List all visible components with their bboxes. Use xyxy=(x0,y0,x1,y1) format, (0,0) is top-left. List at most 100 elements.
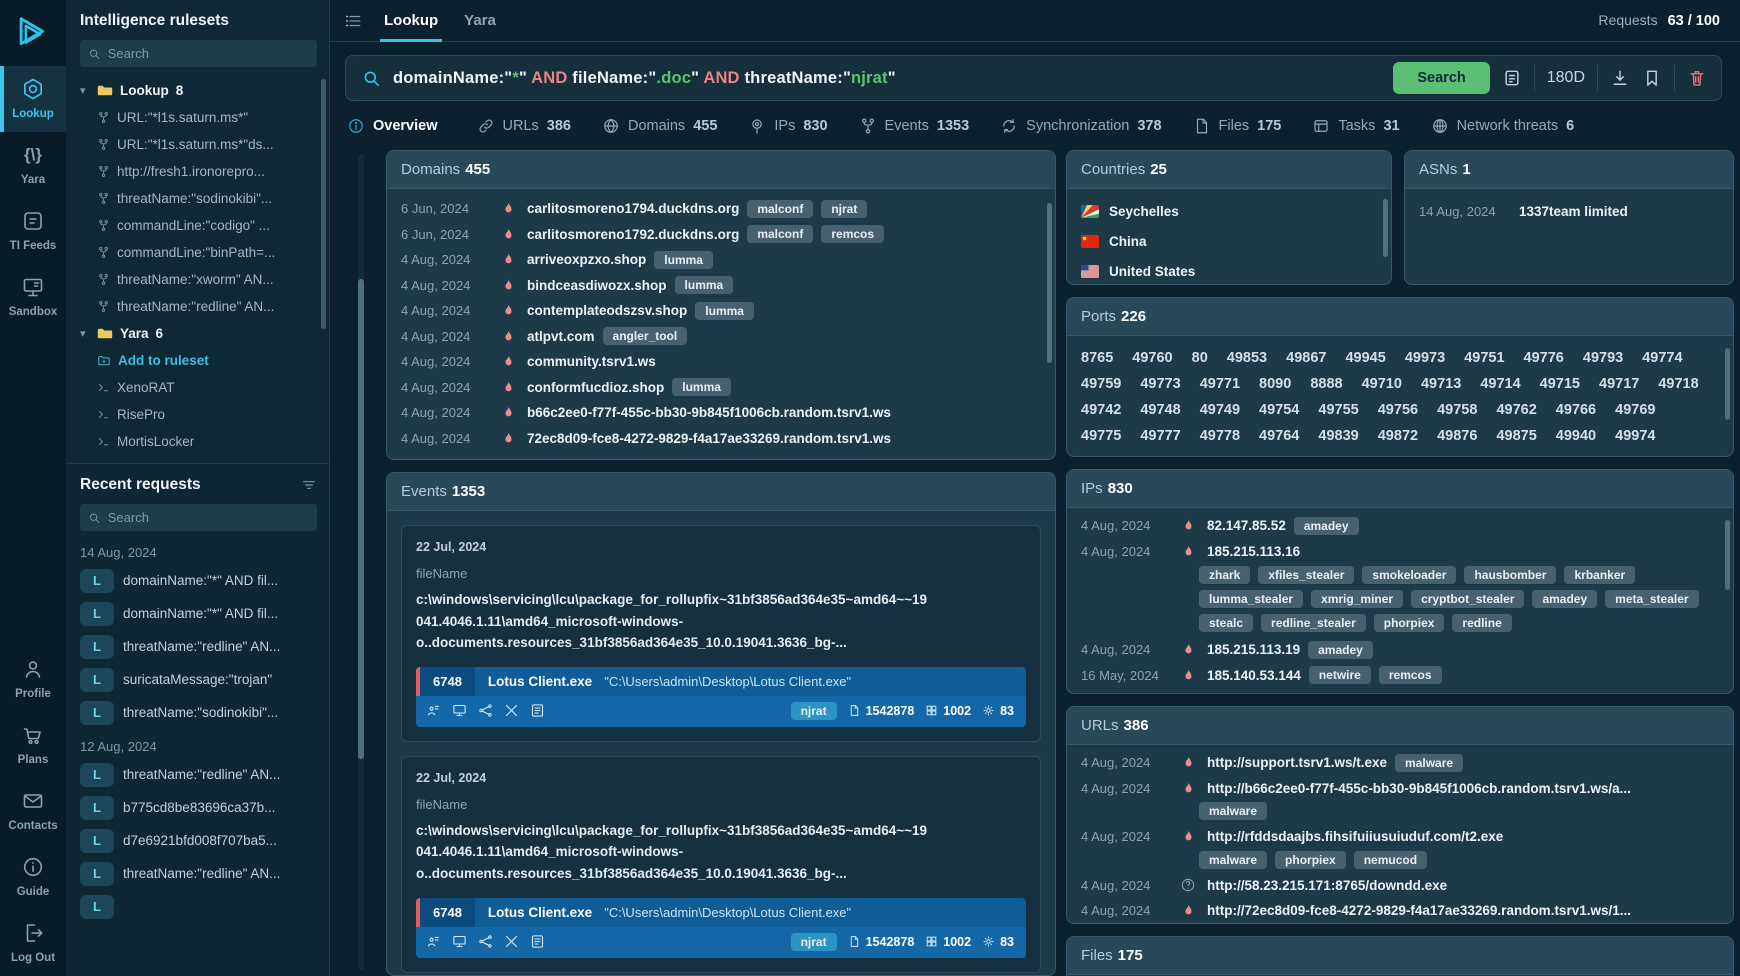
tab-urls[interactable]: URLs386 xyxy=(477,117,571,135)
sidebar-item-profile[interactable]: Profile xyxy=(0,646,66,712)
tab-yara[interactable]: Yara xyxy=(460,0,500,42)
tab-files[interactable]: Files175 xyxy=(1193,117,1282,135)
tag[interactable]: redline_stealer xyxy=(1261,614,1366,632)
sidebar-item-ti-feeds[interactable]: TI Feeds xyxy=(0,198,66,264)
add-to-ruleset-button[interactable]: Add to ruleset xyxy=(80,347,329,374)
tag[interactable]: malconf xyxy=(747,200,813,218)
ip-row[interactable]: 16 May, 2024 185.140.53.144 netwire remc… xyxy=(1081,663,1719,689)
tag[interactable]: lumma xyxy=(695,302,754,320)
search-button[interactable]: Search xyxy=(1393,62,1489,94)
yara-rule-item[interactable]: RisePro xyxy=(80,401,329,428)
sidebar-item-lookup[interactable]: Lookup xyxy=(0,66,66,132)
ruleset-item[interactable]: threatName:"redline" AN... xyxy=(80,293,329,320)
domain-row[interactable]: 4 Aug, 2024 community.tsrv1.ws xyxy=(401,349,1041,375)
ruleset-item[interactable]: URL:"*l1s.saturn.ms*"ds... xyxy=(80,131,329,158)
main-scrollbar[interactable] xyxy=(358,154,364,970)
folder-yara[interactable]: ▾ Yara 6 xyxy=(80,320,329,347)
event-item[interactable]: 22 Jul, 2024 fileName c:\windows\servici… xyxy=(401,756,1041,973)
url-row[interactable]: 4 Aug, 2024 http://support.tsrv1.ws/t.ex… xyxy=(1081,750,1719,776)
tag[interactable]: angler_tool xyxy=(603,327,688,345)
country-row[interactable]: China xyxy=(1081,226,1377,256)
tag[interactable]: zhark xyxy=(1199,566,1250,584)
query-bar[interactable]: domainName:"*" AND fileName:".doc" AND t… xyxy=(345,55,1722,101)
domain-row[interactable]: 4 Aug, 2024 atlpvt.com angler_tool xyxy=(401,324,1041,350)
ip-row[interactable]: 4 Aug, 2024 185.215.113.19 amadey xyxy=(1081,637,1719,663)
tag[interactable]: malware xyxy=(1395,754,1463,772)
sidebar-item-contacts[interactable]: Contacts xyxy=(0,778,66,844)
country-row[interactable]: Seychelles xyxy=(1081,196,1377,226)
url-row[interactable]: 4 Aug, 2024 http://rfddsdaajbs.fihsifuii… xyxy=(1081,824,1719,850)
countries-scrollbar[interactable] xyxy=(1383,199,1388,257)
tab-overview[interactable]: Overview xyxy=(347,117,446,135)
tag[interactable]: amadey xyxy=(1532,590,1597,608)
yara-rule-item[interactable]: MortisLocker xyxy=(80,428,329,455)
trash-icon[interactable] xyxy=(1687,68,1707,88)
threat-tag[interactable]: njrat xyxy=(791,933,837,951)
recent-request-item[interactable]: L threatName:"redline" AN... xyxy=(80,630,319,663)
ruleset-item[interactable]: http://fresh1.ironorepro... xyxy=(80,158,329,185)
download-icon[interactable] xyxy=(1610,68,1630,88)
process-row[interactable]: 6748 Lotus Client.exe "C:\Users\admin\De… xyxy=(416,667,1026,727)
rulesets-search[interactable] xyxy=(80,40,317,67)
recent-request-item[interactable]: L d7e6921bfd008f707ba5... xyxy=(80,824,319,857)
tag[interactable]: lumma_stealer xyxy=(1199,590,1303,608)
tag[interactable]: lumma xyxy=(672,378,731,396)
tag[interactable]: netwire xyxy=(1309,666,1371,684)
url-row[interactable]: 4 Aug, 2024 http://b66c2ee0-f77f-455c-bb… xyxy=(1081,776,1719,802)
tag[interactable]: stealc xyxy=(1199,614,1253,632)
ruleset-item[interactable]: commandLine:"codigo" ... xyxy=(80,212,329,239)
tag[interactable]: smokeloader xyxy=(1362,566,1456,584)
domains-scrollbar[interactable] xyxy=(1047,203,1052,363)
domain-row[interactable]: 4 Aug, 2024 arriveoxpzxo.shop lumma xyxy=(401,247,1041,273)
tag[interactable]: malconf xyxy=(747,225,813,243)
ip-row[interactable]: 4 Aug, 2024 185.215.113.16 xyxy=(1081,539,1719,565)
tab-synchronization[interactable]: Synchronization378 xyxy=(1000,117,1161,135)
process-row[interactable]: 6748 Lotus Client.exe "C:\Users\admin\De… xyxy=(416,898,1026,958)
ruleset-item[interactable]: commandLine:"binPath=... xyxy=(80,239,329,266)
asn-row[interactable]: 14 Aug, 2024 1337team limited xyxy=(1419,196,1719,226)
recent-request-item[interactable]: L domainName:"*" AND fil... xyxy=(80,597,319,630)
sidebar-item-logout[interactable]: Log Out xyxy=(0,910,66,976)
tag[interactable]: remcos xyxy=(821,225,884,243)
rulesets-search-input[interactable] xyxy=(108,46,309,61)
sidebar-item-sandbox[interactable]: Sandbox xyxy=(0,264,66,330)
domain-row[interactable]: 4 Aug, 2024 bindceasdiwozx.shop lumma xyxy=(401,273,1041,299)
tag[interactable]: phorpiex xyxy=(1374,614,1445,632)
tag[interactable]: krbanker xyxy=(1564,566,1635,584)
query-input[interactable]: domainName:"*" AND fileName:".doc" AND t… xyxy=(393,69,1381,88)
tag[interactable]: amadey xyxy=(1308,641,1373,659)
ip-row[interactable]: 4 Aug, 2024 82.147.85.52 amadey xyxy=(1081,513,1719,539)
tag[interactable]: amadey xyxy=(1294,517,1359,535)
tab-events[interactable]: Events1353 xyxy=(859,117,970,135)
domain-row[interactable]: 4 Aug, 2024 conformfucdioz.shop lumma xyxy=(401,375,1041,401)
tag[interactable]: lumma xyxy=(654,251,713,269)
tag[interactable]: malware xyxy=(1199,802,1267,820)
tag[interactable]: hausbomber xyxy=(1464,566,1556,584)
recent-request-item[interactable]: L threatName:"redline" AN... xyxy=(80,857,319,890)
tab-ips[interactable]: IPs830 xyxy=(748,117,827,135)
sidebar-item-yara[interactable]: {\} Yara xyxy=(0,132,66,198)
tag[interactable]: xfiles_stealer xyxy=(1258,566,1354,584)
domain-row[interactable]: 4 Aug, 2024 72ec8d09-fce8-4272-9829-f4a1… xyxy=(401,426,1041,452)
ruleset-item[interactable]: threatName:"xworm" AN... xyxy=(80,266,329,293)
tag[interactable]: redline xyxy=(1452,614,1511,632)
tag[interactable]: meta_stealer xyxy=(1605,590,1698,608)
domain-row[interactable]: 4 Aug, 2024 contemplateodszsv.shop lumma xyxy=(401,298,1041,324)
event-item[interactable]: 22 Jul, 2024 fileName c:\windows\servici… xyxy=(401,525,1041,742)
tab-tasks[interactable]: Tasks31 xyxy=(1312,117,1399,135)
tree-scrollbar[interactable] xyxy=(321,79,326,329)
tag[interactable]: njrat xyxy=(821,200,867,218)
sidebar-item-guide[interactable]: Guide xyxy=(0,844,66,910)
ruleset-item[interactable]: URL:"*l1s.saturn.ms*" xyxy=(80,104,329,131)
yara-rule-item[interactable]: XenoRAT xyxy=(80,374,329,401)
tag[interactable]: nemucod xyxy=(1354,851,1427,869)
recent-request-item[interactable]: L b775cd8be83696ca37b... xyxy=(80,791,319,824)
tag[interactable]: phorpiex xyxy=(1275,851,1346,869)
country-row[interactable]: United States xyxy=(1081,256,1377,285)
recent-request-item[interactable]: L threatName:"sodinokibi"... xyxy=(80,696,319,729)
ips-scrollbar[interactable] xyxy=(1725,520,1730,590)
url-row[interactable]: 4 Aug, 2024 http://58.23.215.171:8765/do… xyxy=(1081,873,1719,899)
tab-lookup[interactable]: Lookup xyxy=(380,0,442,42)
domain-row[interactable]: 4 Aug, 2024 b66c2ee0-f77f-455c-bb30-9b84… xyxy=(401,400,1041,426)
recent-request-item[interactable]: L suricataMessage:"trojan" xyxy=(80,663,319,696)
